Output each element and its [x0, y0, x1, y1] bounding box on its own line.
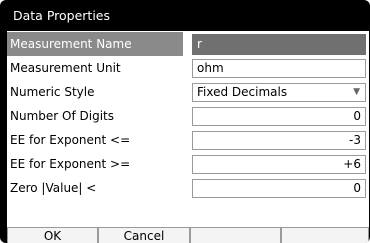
zero-value-label: Zero |Value| <: [10, 181, 97, 195]
properties-panel: Measurement Name r Measurement Unit ohm …: [7, 31, 369, 227]
cancel-button[interactable]: Cancel: [98, 227, 190, 243]
empty-button[interactable]: [281, 227, 369, 243]
measurement-unit-input[interactable]: ohm: [192, 59, 366, 78]
measurement-name-input[interactable]: r: [192, 34, 366, 55]
data-properties-dialog: Data Properties Measurement Name r Measu…: [0, 0, 370, 243]
measurement-name-label: Measurement Name: [7, 32, 183, 56]
row-zero-value: Zero |Value| < 0: [7, 176, 369, 200]
numeric-style-label: Numeric Style: [10, 85, 95, 99]
ee-exponent-min-input[interactable]: -3: [192, 131, 366, 150]
row-number-of-digits: Number Of Digits 0: [7, 104, 369, 128]
ee-exponent-max-label: EE for Exponent >=: [10, 157, 131, 171]
numeric-style-value: Fixed Decimals: [197, 85, 288, 99]
measurement-unit-label: Measurement Unit: [10, 61, 121, 75]
row-ee-exponent-min: EE for Exponent <= -3: [7, 128, 369, 152]
ee-exponent-max-input[interactable]: +6: [192, 155, 366, 174]
empty-button[interactable]: [190, 227, 281, 243]
button-bar: OK Cancel: [7, 227, 369, 243]
number-of-digits-input[interactable]: 0: [192, 107, 366, 126]
numeric-style-select[interactable]: Fixed Decimals ▼: [192, 83, 366, 102]
dropdown-arrow-icon: ▼: [353, 87, 360, 97]
dialog-title: Data Properties: [13, 8, 110, 23]
ok-button[interactable]: OK: [7, 227, 98, 243]
row-measurement-unit: Measurement Unit ohm: [7, 56, 369, 80]
row-ee-exponent-max: EE for Exponent >= +6: [7, 152, 369, 176]
row-numeric-style: Numeric Style Fixed Decimals ▼: [7, 80, 369, 104]
ee-exponent-min-label: EE for Exponent <=: [10, 133, 131, 147]
number-of-digits-label: Number Of Digits: [10, 109, 114, 123]
row-measurement-name: Measurement Name r: [7, 32, 369, 56]
zero-value-input[interactable]: 0: [192, 179, 366, 198]
